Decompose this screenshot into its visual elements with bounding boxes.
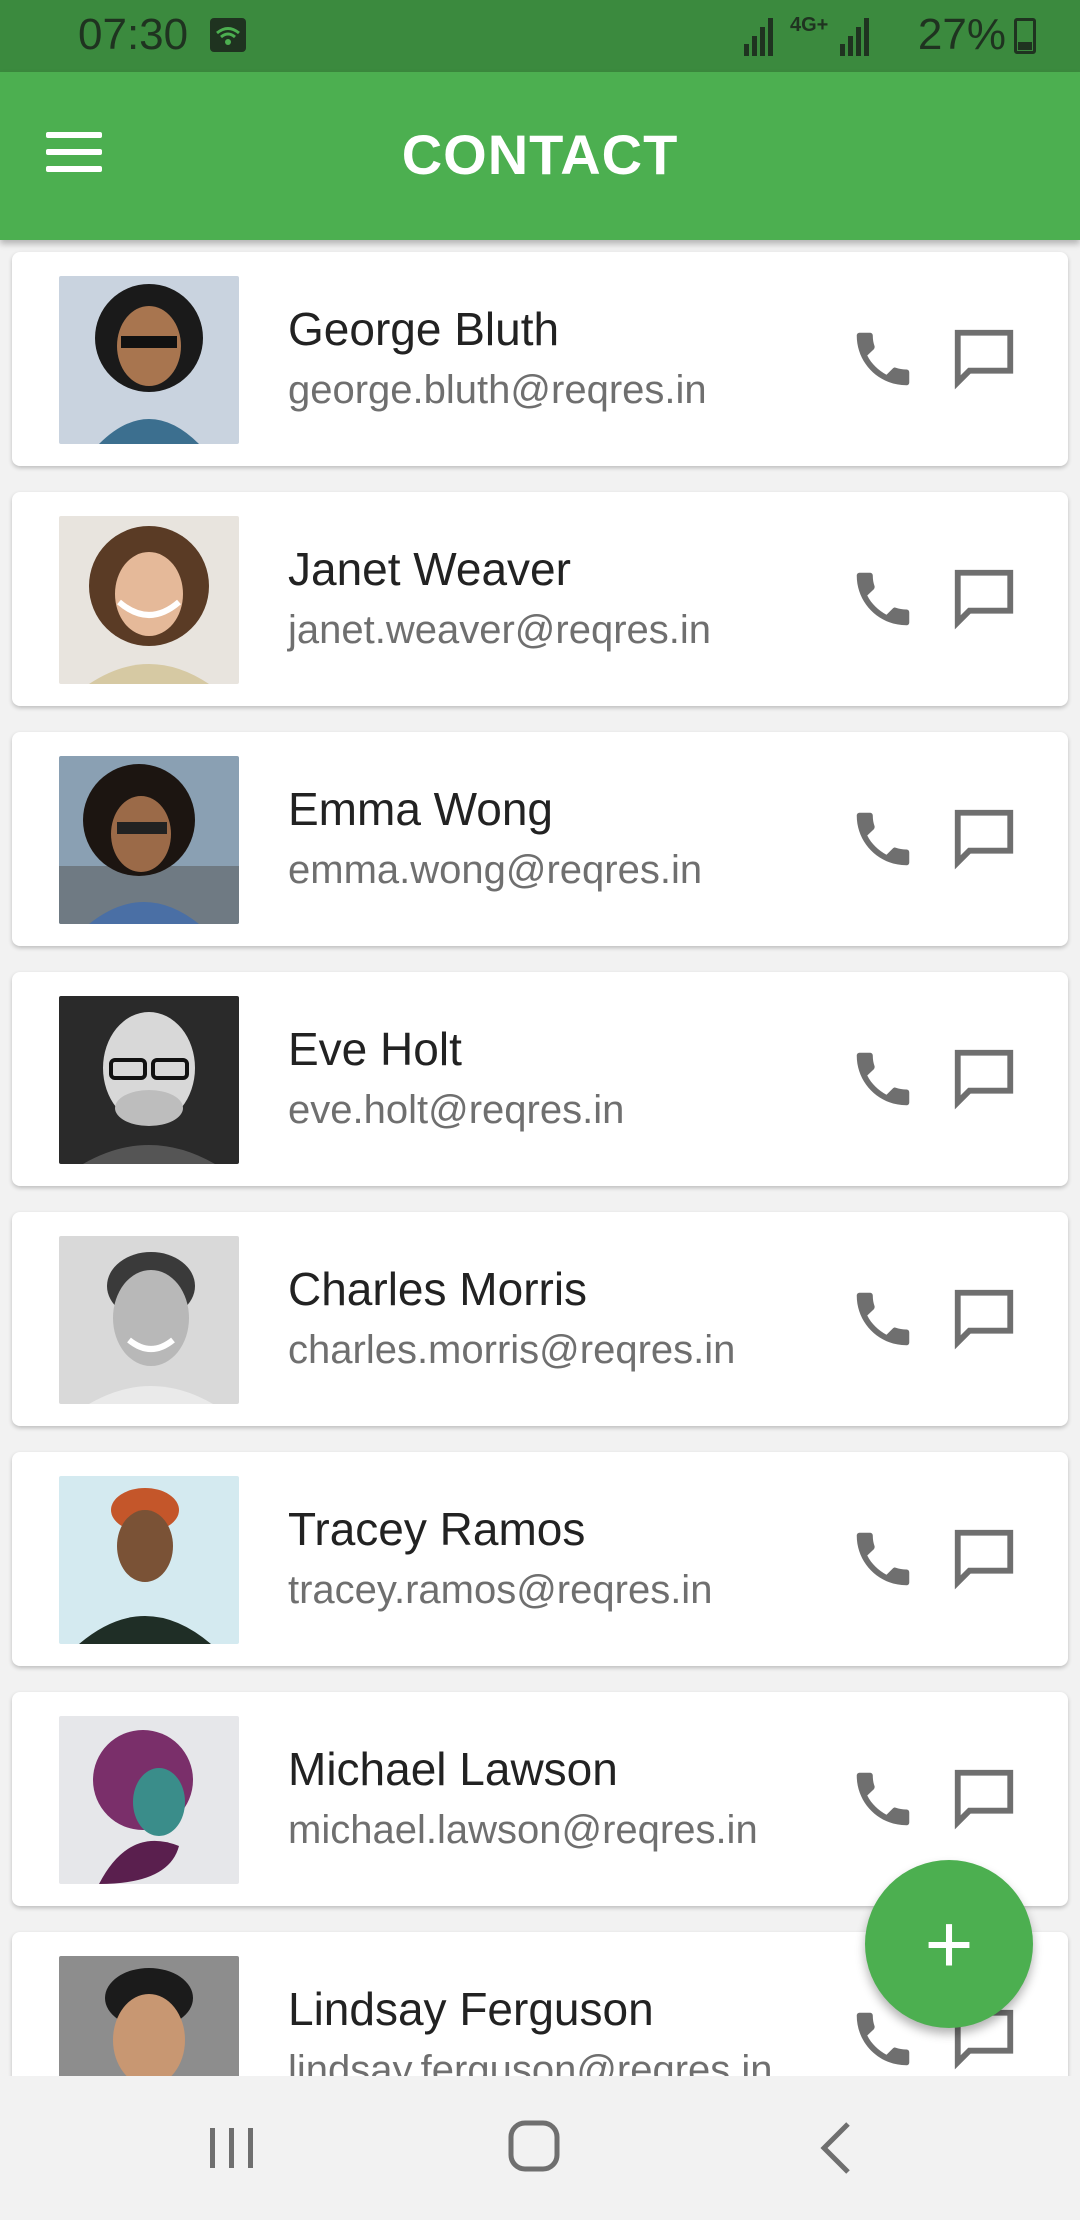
phone-icon[interactable]: [848, 1524, 918, 1594]
avatar: [59, 516, 239, 684]
contact-email: lindsay.ferguson@reqres.in: [288, 2048, 773, 2076]
home-icon[interactable]: [508, 2120, 560, 2172]
phone-icon[interactable]: [848, 1764, 918, 1834]
chat-bubble-icon[interactable]: [948, 1524, 1020, 1594]
phone-icon[interactable]: [848, 804, 918, 874]
phone-icon[interactable]: [848, 324, 918, 394]
phone-icon[interactable]: [848, 1044, 918, 1114]
network-type-label: 4G+: [790, 14, 829, 36]
battery-percentage: 27%: [917, 10, 1006, 59]
system-navigation-bar: [0, 2076, 1080, 2220]
chat-bubble-icon[interactable]: [948, 804, 1020, 874]
back-icon[interactable]: [816, 2120, 856, 2176]
avatar: [59, 276, 239, 444]
contact-email: michael.lawson@reqres.in: [288, 1808, 758, 1852]
status-time: 07:30: [78, 10, 189, 59]
avatar: [59, 996, 239, 1164]
signal-strength-icon: [840, 18, 869, 56]
chat-bubble-icon[interactable]: [948, 1044, 1020, 1114]
recent-apps-icon[interactable]: [208, 2124, 256, 2172]
contact-card[interactable]: Eve Holt eve.holt@reqres.in: [12, 972, 1068, 1186]
contact-card[interactable]: Tracey Ramos tracey.ramos@reqres.in: [12, 1452, 1068, 1666]
contact-name: Tracey Ramos: [288, 1503, 586, 1555]
status-bar: 07:30 4G+ 27%: [0, 0, 1080, 72]
chat-bubble-icon[interactable]: [948, 324, 1020, 394]
avatar: [59, 756, 239, 924]
battery-icon: [1014, 18, 1036, 54]
chat-bubble-icon[interactable]: [948, 1284, 1020, 1354]
contact-name: Charles Morris: [288, 1263, 588, 1315]
contact-email: tracey.ramos@reqres.in: [288, 1568, 713, 1612]
chat-bubble-icon[interactable]: [948, 564, 1020, 634]
contact-card[interactable]: Emma Wong emma.wong@reqres.in: [12, 732, 1068, 946]
contact-email: janet.weaver@reqres.in: [288, 608, 712, 652]
avatar: [59, 1236, 239, 1404]
add-contact-button[interactable]: +: [865, 1860, 1033, 2028]
contact-email: charles.morris@reqres.in: [288, 1328, 736, 1372]
contact-name: Michael Lawson: [288, 1743, 618, 1795]
app-bar: CONTACT: [0, 72, 1080, 240]
contact-name: Emma Wong: [288, 783, 554, 835]
contact-name: Eve Holt: [288, 1023, 462, 1075]
contact-email: emma.wong@reqres.in: [288, 848, 703, 892]
page-title: CONTACT: [401, 123, 679, 186]
phone-icon[interactable]: [848, 564, 918, 634]
chat-bubble-icon[interactable]: [948, 1764, 1020, 1834]
contact-email: eve.holt@reqres.in: [288, 1088, 625, 1132]
contact-card[interactable]: Janet Weaver janet.weaver@reqres.in: [12, 492, 1068, 706]
wifi-icon: [210, 18, 246, 52]
avatar: [59, 1476, 239, 1644]
contact-card[interactable]: Charles Morris charles.morris@reqres.in: [12, 1212, 1068, 1426]
contact-name: Janet Weaver: [288, 543, 571, 595]
contact-name: Lindsay Ferguson: [288, 1983, 654, 2035]
contact-email: george.bluth@reqres.in: [288, 368, 707, 412]
avatar: [59, 1956, 239, 2076]
signal-strength-icon: [744, 18, 773, 56]
contact-card[interactable]: George Bluth george.bluth@reqres.in: [12, 252, 1068, 466]
phone-icon[interactable]: [848, 1284, 918, 1354]
avatar: [59, 1716, 239, 1884]
contact-list[interactable]: George Bluth george.bluth@reqres.in Jane…: [0, 240, 1080, 2076]
contact-name: George Bluth: [288, 303, 560, 355]
